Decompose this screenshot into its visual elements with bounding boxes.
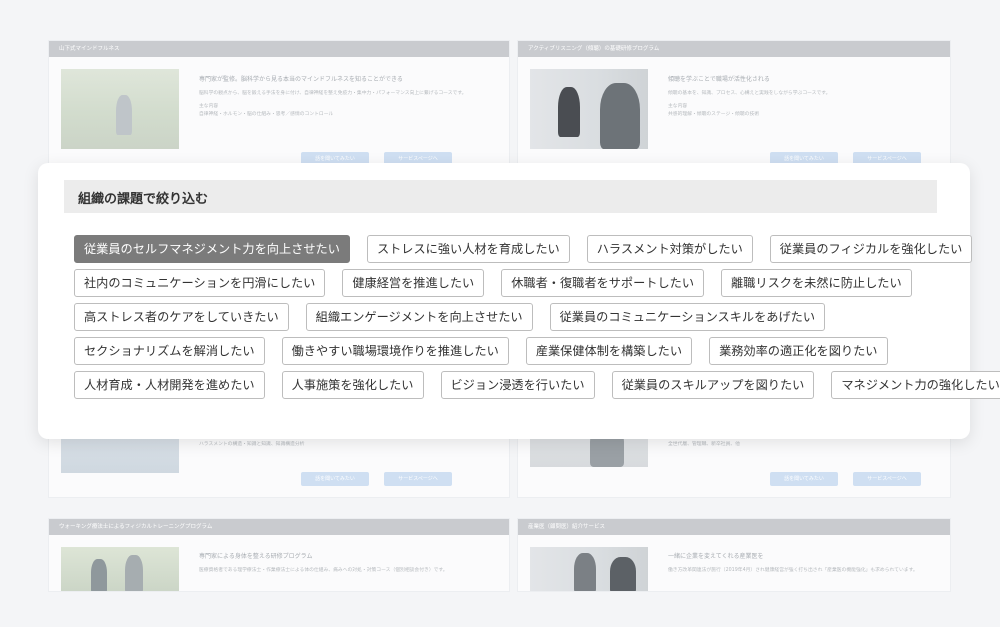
service-card-lead: 専門家による身体を整える研修プログラム [199,553,313,560]
filter-chip-list: 従業員のセルフマネジメント力を向上させたい ストレスに強い人材を育成したい ハラスメ… [74,235,1000,405]
service-card-image [530,547,648,591]
filter-chip-row: 従業員のセルフマネジメント力を向上させたい ストレスに強い人材を育成したい ハラスメ… [74,235,973,263]
filter-chip[interactable]: 高ストレス者のケアをしていきたい [74,303,289,331]
service-card-body: 全世代層、管理職、新卒社員、他 [668,442,740,447]
filter-chip[interactable]: 離職リスクを未然に防止したい [721,269,912,297]
filter-chip[interactable]: 人事施策を強化したい [281,371,424,399]
service-card-lead: 傾聴を学ぶことで職場が活性化される [668,76,770,83]
service-card-topics: 共感的理解・傾聴のステージ・傾聴の技術 [668,112,760,117]
filter-chip[interactable]: 人材育成・人材開発を進めたい [74,371,265,399]
service-card-lead: 専門家が監修。脳科学から見る本当のマインドフルネスを知ることができる [199,76,403,83]
filter-chip-row: 高ストレス者のケアをしていきたい 組織エンゲージメントを向上させたい 従業員のコミュ… [74,303,944,331]
service-page-button[interactable]: サービスページへ [853,472,921,486]
service-card-topics-label: 主な内容 [668,103,688,109]
service-card-title: アクティブリスニング（傾聴）の基礎研修プログラム [518,41,950,57]
filter-chip[interactable]: 従業員のスキルアップを図りたい [611,371,815,399]
service-card-mindfulness: 山下式マインドフルネス 専門家が監修。脳科学から見る本当のマインドフルネスを知る… [48,40,510,168]
service-card-body: 医療資格者である理学療法士・作業療法士による体の仕組み、痛みへの対処・対策コース… [199,568,448,573]
service-card-title: ウォーキング療法士によるフィジカルトレーニングプログラム [49,519,509,535]
filter-chip[interactable]: ビジョン浸透を行いたい [440,371,595,399]
filter-chip[interactable]: 組織エンゲージメントを向上させたい [305,303,533,331]
filter-chip[interactable]: 社内のコミュニケーションを円滑にしたい [74,269,326,297]
service-card-listening: アクティブリスニング（傾聴）の基礎研修プログラム 傾聴を学ぶことで職場が活性化さ… [517,40,951,168]
service-card-image [530,69,648,149]
filter-chip[interactable]: セクショナリズムを解消したい [74,337,265,365]
filter-chip-row: セクショナリズムを解消したい 働きやすい職場環境作りを推進したい 産業保健体制を構築… [74,337,944,365]
filter-chip[interactable]: 産業保健体制を構築したい [525,337,693,365]
filter-chip-selected[interactable]: 従業員のセルフマネジメント力を向上させたい [74,235,350,263]
service-card-topics: 自律神経・ホルモン・脳の仕組み・思考／感情のコントロール [199,112,334,117]
filter-chip[interactable]: ハラスメント対策がしたい [586,235,753,263]
service-card-occupational-doctor: 産業医（顧問医）紹介サービス 一緒に企業を変えてくれる産業医を 働き方改革関連法… [517,518,951,592]
filter-chip[interactable]: 働きやすい職場環境作りを推進したい [281,337,509,365]
filter-panel-title: 組織の課題で絞り込む [78,192,209,207]
contact-button[interactable]: 話を聞いてみたい [301,472,369,486]
filter-chip[interactable]: 健康経営を推進したい [342,269,485,297]
filter-chip-row: 人材育成・人材開発を進めたい 人事施策を強化したい ビジョン浸透を行いたい 従業員のス… [74,371,1000,399]
filter-chip[interactable]: 業務効率の適正化を図りたい [709,337,888,365]
filter-chip[interactable]: 従業員のフィジカルを強化したい [769,235,973,263]
service-card-title: 山下式マインドフルネス [49,41,509,57]
filter-chip[interactable]: 休職者・復職者をサポートしたい [501,269,705,297]
filter-chip[interactable]: 従業員のコミュニケーションスキルをあげたい [549,303,826,331]
service-card-topics-label: 主な内容 [199,103,219,109]
service-card-lead: 一緒に企業を変えてくれる産業医を [668,553,764,560]
filter-panel-header: 組織の課題で絞り込む [64,180,937,213]
filter-chip[interactable]: ストレスに強い人材を育成したい [366,235,570,263]
service-page-button[interactable]: サービスページへ [384,472,452,486]
filter-panel: 組織の課題で絞り込む 従業員のセルフマネジメント力を向上させたい ストレスに強い人… [38,163,1000,439]
service-card-body: 傾聴の基本を、知識、プロセス、心構えと実践をしながら学ぶコースです。 [668,91,831,96]
service-card-image [61,547,179,591]
service-card-body: ハラスメントの構造・知識と知識、知識構造分析 [199,442,305,447]
filter-chip[interactable]: マネジメント力の強化したい [831,371,1000,399]
contact-button[interactable]: 話を聞いてみたい [770,472,838,486]
service-card-image [61,69,179,149]
service-card-body: 働き方改革関連法が施行（2019年4月）され健康経営が強く打ち出され「産業医の機… [668,568,918,573]
service-card-title: 産業医（顧問医）紹介サービス [518,519,950,535]
service-card-body: 脳科学の観点から、脳を鍛える手法を身に付け、自律神経を整え免疫力・集中力・パフォ… [199,91,467,96]
filter-chip-row: 社内のコミュニケーションを円滑にしたい 健康経営を推進したい 休職者・復職者をサポー… [74,269,944,297]
service-card-physical: ウォーキング療法士によるフィジカルトレーニングプログラム 専門家による身体を整え… [48,518,510,592]
